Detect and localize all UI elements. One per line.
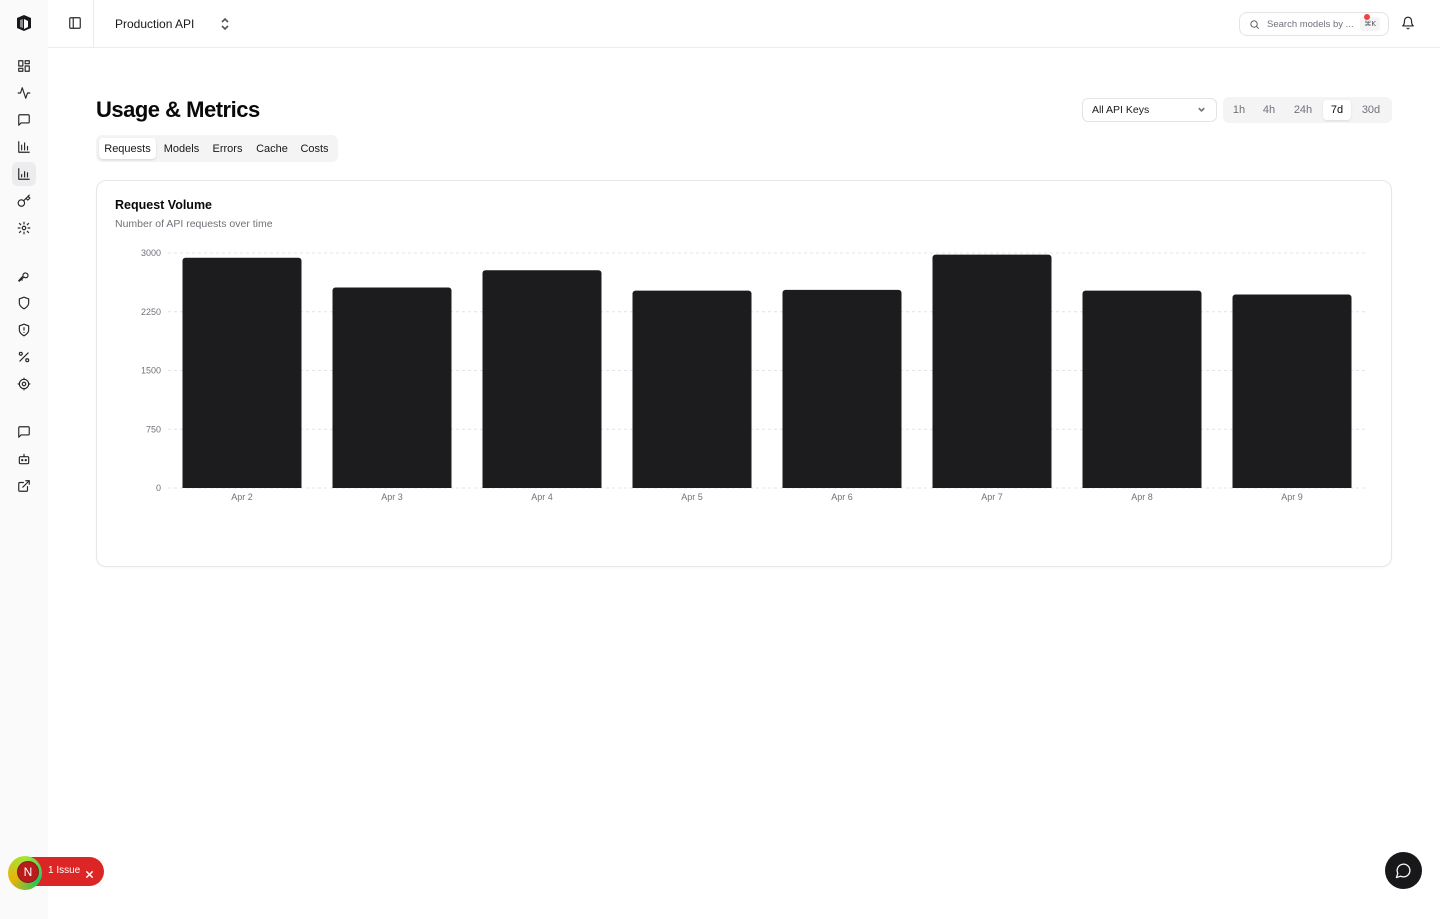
request-volume-chart: 3000 2250 1500 750 0 Apr 2 Apr 3 Apr 4 Apr 5 Apr … [141, 248, 1367, 502]
tab-costs[interactable]: Costs [296, 138, 333, 159]
activity-icon[interactable] [12, 81, 36, 105]
x-tick-label: Apr 3 [381, 492, 403, 502]
y-tick-label: 1500 [141, 366, 161, 376]
chart-bar[interactable] [182, 257, 302, 488]
page-title: Usage & Metrics [96, 97, 260, 122]
y-tick-label: 2250 [141, 307, 161, 317]
notification-dot [1364, 14, 1370, 20]
y-tick-label: 0 [156, 483, 161, 493]
chart-bar-base [1082, 484, 1202, 488]
tab-errors[interactable]: Errors [207, 138, 248, 159]
project-switcher[interactable]: Production API [115, 14, 229, 34]
external-link-icon[interactable] [12, 474, 36, 498]
chart-bar[interactable] [482, 270, 602, 488]
chart-bar-base [482, 484, 602, 488]
search-placeholder: Search models by ... [1267, 18, 1354, 30]
close-icon[interactable] [85, 866, 95, 879]
topbar-divider [93, 0, 94, 48]
x-tick-label: Apr 4 [531, 492, 553, 502]
range-7d-button[interactable]: 7d [1323, 100, 1351, 120]
chart-bar[interactable] [932, 254, 1052, 488]
chart-bar[interactable] [1232, 294, 1352, 488]
bot-icon[interactable] [12, 447, 36, 471]
chevrons-up-down-icon [219, 17, 231, 34]
range-30d-button[interactable]: 30d [1355, 100, 1387, 120]
tab-requests[interactable]: Requests [99, 138, 156, 159]
app-logo[interactable] [14, 13, 34, 33]
chart-bar[interactable] [782, 289, 902, 488]
chart-bar-base [332, 484, 452, 488]
y-tick-label: 750 [146, 424, 161, 434]
cog-icon[interactable] [12, 372, 36, 396]
metrics-tabs: Requests Models Errors Cache Costs [96, 135, 338, 162]
x-tick-label: Apr 9 [1281, 492, 1303, 502]
search-shortcut: ⌘K [1360, 17, 1380, 31]
tab-cache[interactable]: Cache [251, 138, 293, 159]
x-tick-label: Apr 6 [831, 492, 853, 502]
chart-bar-base [182, 484, 302, 488]
x-tick-label: Apr 8 [1131, 492, 1153, 502]
chat-button[interactable] [1385, 852, 1422, 889]
wrench-key-icon[interactable] [12, 264, 36, 288]
shield-icon[interactable] [12, 291, 36, 315]
request-volume-card: Request Volume Number of API requests ov… [96, 180, 1392, 567]
issue-label[interactable]: 1 Issue [48, 865, 80, 876]
chart-bar-base [632, 484, 752, 488]
key-icon[interactable] [12, 189, 36, 213]
project-name: Production API [115, 17, 195, 31]
range-24h-button[interactable]: 24h [1288, 100, 1318, 120]
settings-icon[interactable] [12, 216, 36, 240]
dashboard-icon[interactable] [12, 54, 36, 78]
sidebar [0, 0, 48, 919]
search-icon [1250, 19, 1259, 29]
time-range-group: 1h 4h 24h 7d 30d [1223, 97, 1392, 123]
analytics-icon[interactable] [12, 162, 36, 186]
top-bar: Production API Search models by ... ⌘K [48, 0, 1440, 48]
feedback-icon[interactable] [12, 420, 36, 444]
message-square-icon[interactable] [12, 108, 36, 132]
chart-bar-base [1232, 484, 1352, 488]
chart-bar[interactable] [632, 290, 752, 488]
issue-avatar: N [17, 861, 39, 883]
bar-chart-icon[interactable] [12, 135, 36, 159]
tab-models[interactable]: Models [159, 138, 204, 159]
api-key-select[interactable]: All API Keys [1082, 98, 1217, 122]
x-tick-label: Apr 5 [681, 492, 703, 502]
chevron-down-icon [1197, 105, 1206, 117]
chart-bar[interactable] [332, 287, 452, 488]
chart-bar-base [782, 484, 902, 488]
bell-icon[interactable] [1401, 16, 1417, 32]
shield-alert-icon[interactable] [12, 318, 36, 342]
y-tick-label: 3000 [141, 248, 161, 258]
x-tick-label: Apr 2 [231, 492, 253, 502]
api-key-select-value: All API Keys [1092, 104, 1150, 116]
range-1h-button[interactable]: 1h [1229, 100, 1249, 120]
chat-bubble-icon [1395, 863, 1411, 879]
x-tick-label: Apr 7 [981, 492, 1003, 502]
percent-icon[interactable] [12, 345, 36, 369]
chart-bar-base [932, 484, 1052, 488]
chart-bar[interactable] [1082, 290, 1202, 488]
panel-toggle-icon[interactable] [68, 16, 84, 32]
range-4h-button[interactable]: 4h [1256, 100, 1282, 120]
